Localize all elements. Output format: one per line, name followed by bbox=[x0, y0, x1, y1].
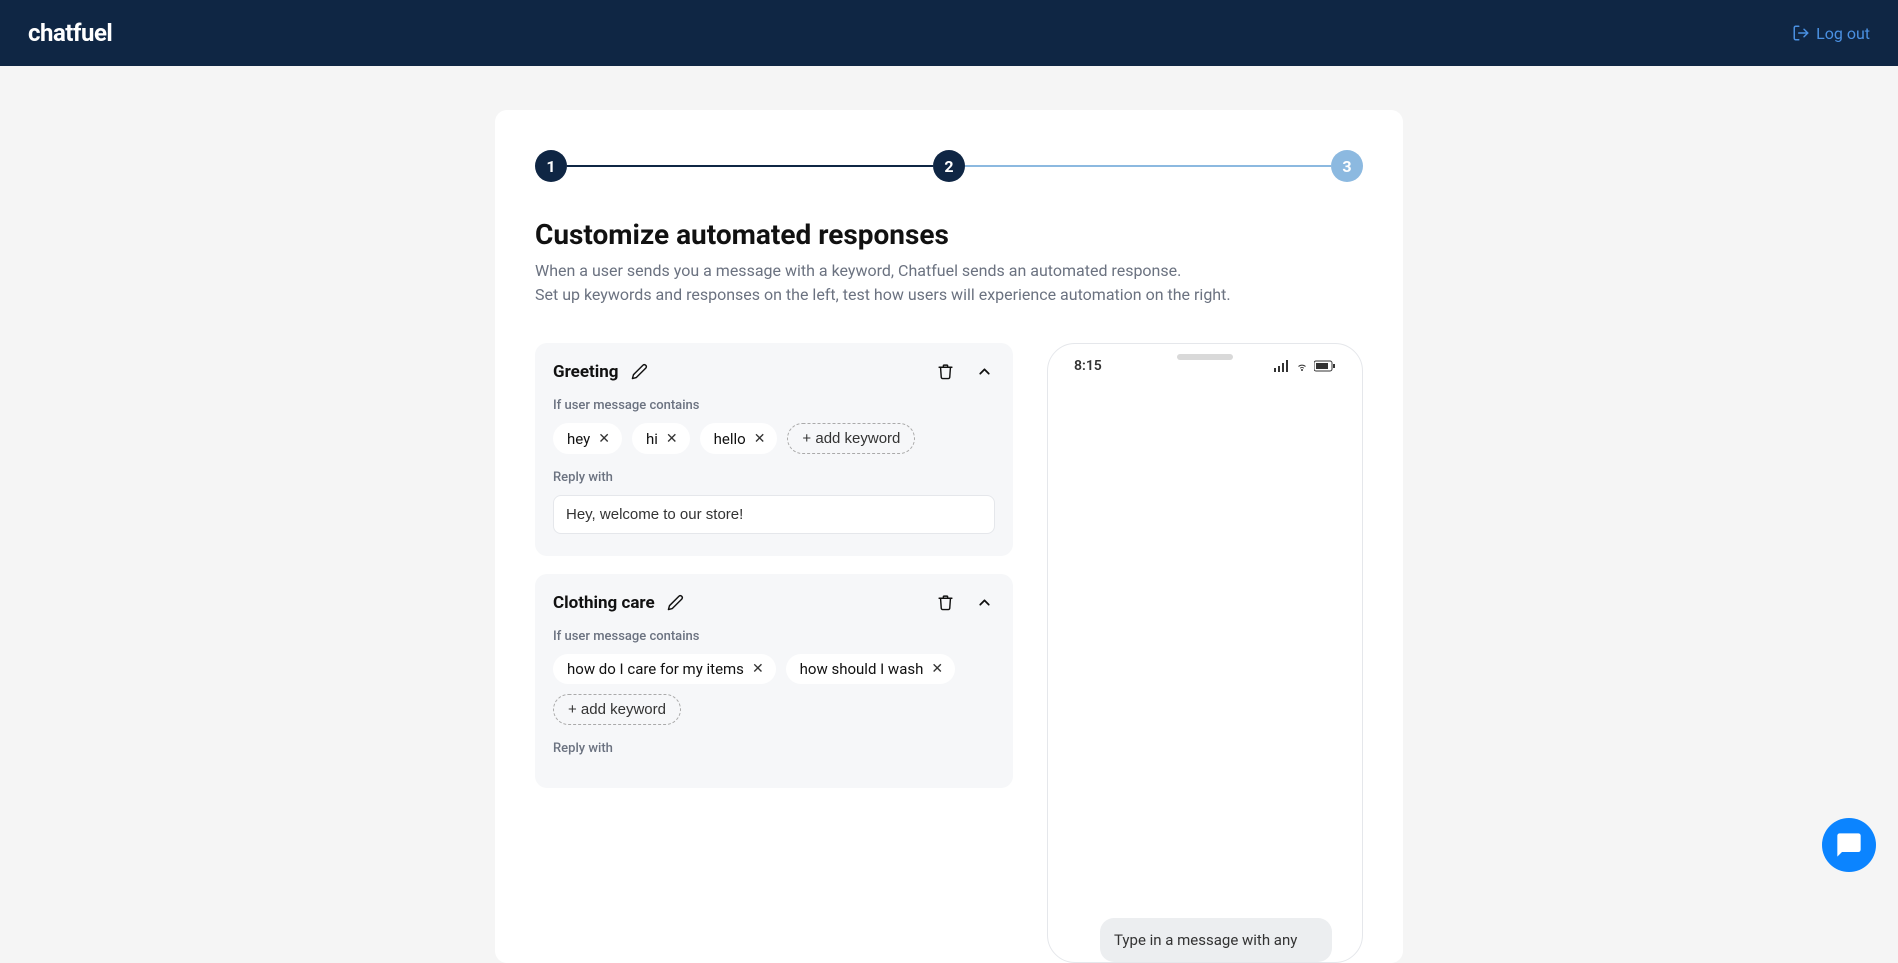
logout-label: Log out bbox=[1816, 24, 1870, 43]
step-3[interactable]: 3 bbox=[1331, 150, 1363, 182]
remove-keyword-icon[interactable]: ✕ bbox=[752, 661, 764, 677]
pencil-icon bbox=[667, 594, 684, 611]
chat-icon bbox=[1835, 831, 1863, 859]
reply-with-label: Reply with bbox=[553, 741, 995, 756]
rule-header: Clothing care bbox=[553, 592, 995, 613]
phone-preview: 8:15 Type in a message with any bbox=[1047, 343, 1363, 963]
trash-icon bbox=[937, 363, 954, 380]
brand-logo: chatfuel bbox=[28, 19, 112, 47]
preview-column: 8:15 Type in a message with any bbox=[1047, 343, 1363, 963]
keyword-chips: how do I care for my items✕ how should I… bbox=[553, 654, 995, 725]
trash-icon bbox=[937, 594, 954, 611]
reply-input[interactable] bbox=[553, 495, 995, 534]
step-line-1 bbox=[567, 165, 933, 167]
collapse-rule-button[interactable] bbox=[974, 361, 995, 382]
keyword-chip[interactable]: hey✕ bbox=[553, 423, 622, 454]
delete-rule-button[interactable] bbox=[935, 361, 956, 382]
reply-with-label: Reply with bbox=[553, 470, 995, 485]
chevron-up-icon bbox=[976, 594, 993, 611]
add-keyword-button[interactable]: + add keyword bbox=[787, 423, 915, 454]
step-line-2 bbox=[965, 165, 1331, 167]
wifi-icon bbox=[1294, 360, 1310, 372]
phone-status-bar: 8:15 bbox=[1056, 352, 1354, 376]
page-subtitle: When a user sends you a message with a k… bbox=[535, 259, 1363, 307]
collapse-rule-button[interactable] bbox=[974, 592, 995, 613]
rules-column: Greeting bbox=[535, 343, 1013, 963]
app-header: chatfuel Log out bbox=[0, 0, 1898, 66]
logout-button[interactable]: Log out bbox=[1792, 24, 1870, 43]
rule-card-greeting: Greeting bbox=[535, 343, 1013, 556]
pencil-icon bbox=[631, 363, 648, 380]
remove-keyword-icon[interactable]: ✕ bbox=[598, 431, 610, 447]
chevron-up-icon bbox=[976, 363, 993, 380]
remove-keyword-icon[interactable]: ✕ bbox=[754, 431, 766, 447]
remove-keyword-icon[interactable]: ✕ bbox=[931, 661, 943, 677]
delete-rule-button[interactable] bbox=[935, 592, 956, 613]
remove-keyword-icon[interactable]: ✕ bbox=[666, 431, 678, 447]
if-contains-label: If user message contains bbox=[553, 398, 995, 413]
main-card: 1 2 3 Customize automated responses When… bbox=[495, 110, 1403, 963]
step-1[interactable]: 1 bbox=[535, 150, 567, 182]
if-contains-label: If user message contains bbox=[553, 629, 995, 644]
logout-icon bbox=[1792, 24, 1810, 42]
page-title: Customize automated responses bbox=[535, 218, 1363, 251]
keyword-chip[interactable]: how should I wash✕ bbox=[786, 654, 955, 684]
rule-header: Greeting bbox=[553, 361, 995, 382]
battery-icon bbox=[1314, 360, 1336, 372]
step-2[interactable]: 2 bbox=[933, 150, 965, 182]
content-columns: Greeting bbox=[535, 343, 1363, 963]
rule-title: Greeting bbox=[553, 362, 619, 382]
rule-title: Clothing care bbox=[553, 593, 655, 613]
keyword-chips: hey✕ hi✕ hello✕ + add keyword bbox=[553, 423, 995, 454]
edit-rule-button[interactable] bbox=[629, 361, 650, 382]
preview-message-bubble: Type in a message with any bbox=[1100, 918, 1332, 962]
intercom-launcher[interactable] bbox=[1822, 818, 1876, 872]
phone-time: 8:15 bbox=[1074, 358, 1102, 374]
progress-stepper: 1 2 3 bbox=[535, 150, 1363, 182]
keyword-chip[interactable]: hello✕ bbox=[700, 423, 778, 454]
rule-card-clothing-care: Clothing care bbox=[535, 574, 1013, 788]
edit-rule-button[interactable] bbox=[665, 592, 686, 613]
keyword-chip[interactable]: hi✕ bbox=[632, 423, 690, 454]
add-keyword-button[interactable]: + add keyword bbox=[553, 694, 681, 725]
keyword-chip[interactable]: how do I care for my items✕ bbox=[553, 654, 776, 684]
phone-status-icons bbox=[1274, 360, 1336, 372]
signal-icon bbox=[1274, 360, 1290, 372]
